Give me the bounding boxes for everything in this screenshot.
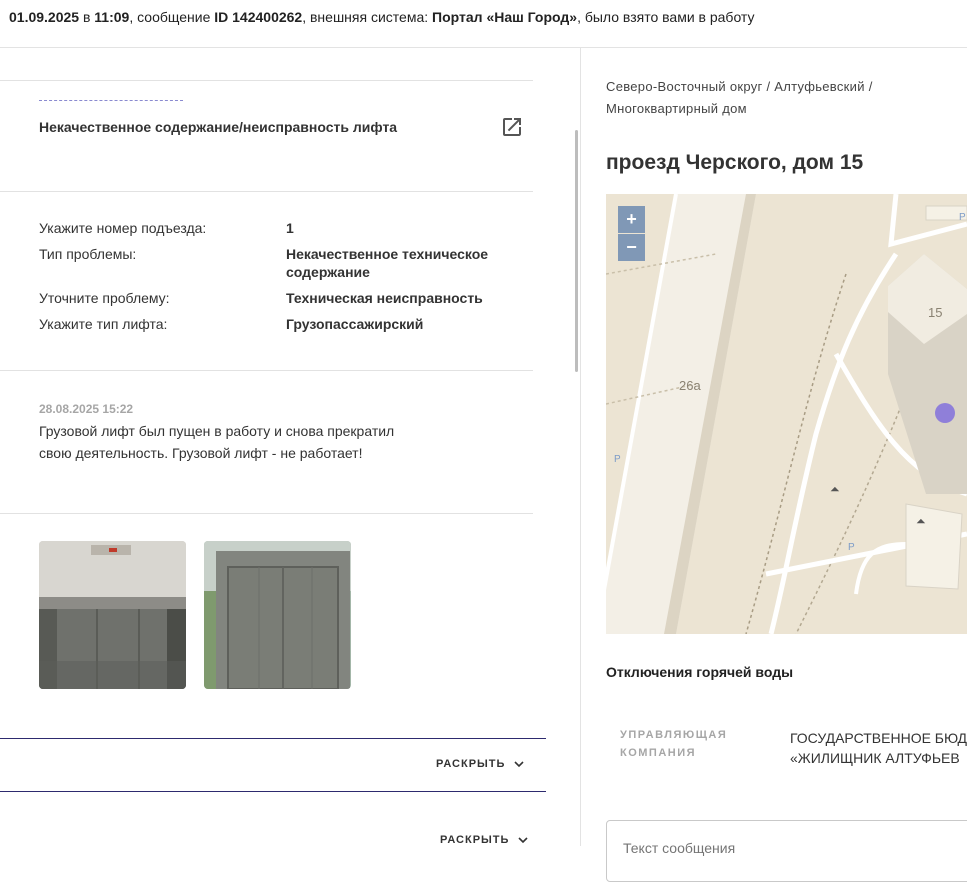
svg-text:P: P [614, 454, 621, 465]
map-label-26a: 26а [679, 378, 701, 393]
status-system-name: Портал «Наш Город» [432, 9, 578, 25]
attribute-key: Уточните проблему: [39, 290, 170, 306]
scrollbar-thumb[interactable] [575, 130, 578, 372]
issue-attributes: Укажите номер подъезда: 1 Тип проблемы: … [39, 219, 519, 341]
svg-text:⏶: ⏶ [916, 514, 926, 528]
svg-text:⏶: ⏶ [830, 482, 840, 496]
status-time: 11:09 [94, 9, 130, 25]
chevron-down-icon [517, 837, 528, 844]
attachment-photo[interactable] [204, 541, 351, 689]
status-bar: 01.09.2025 в 11:09, сообщение ID 1424002… [0, 0, 967, 48]
section-divider [0, 791, 546, 792]
expand-label: РАСКРЫТЬ [440, 834, 510, 846]
divider [0, 191, 533, 192]
attribute-value: Грузопассажирский [286, 316, 424, 332]
attachment-photo[interactable] [39, 541, 186, 689]
issue-category-title: Некачественное содержание/неисправность … [39, 119, 398, 135]
attribute-row: Укажите тип лифта: Грузопассажирский [39, 315, 519, 333]
expand-button[interactable]: РАСКРЫТЬ [436, 758, 524, 770]
map[interactable]: P P P ⏶ ⏶ + − 26а 15 [606, 194, 967, 634]
comment-date: 28.08.2025 15:22 [39, 402, 134, 416]
management-company-line: ГОСУДАРСТВЕННОЕ БЮДЖ [790, 730, 967, 746]
attribute-key: Укажите тип лифта: [39, 316, 168, 332]
message-input-box[interactable] [606, 820, 967, 882]
status-message-id: ID 142400262 [214, 9, 303, 25]
message-input[interactable] [621, 839, 955, 857]
open-external-icon[interactable] [500, 115, 524, 139]
attribute-row: Тип проблемы: Некачественное техническое… [39, 245, 519, 281]
hot-water-title: Отключения горячей воды [606, 664, 794, 680]
attribute-key: Тип проблемы: [39, 246, 137, 262]
pane-divider [580, 48, 581, 846]
attribute-row: Укажите номер подъезда: 1 [39, 219, 519, 237]
address-title: проезд Черского, дом 15 [606, 151, 864, 174]
zoom-in-button[interactable]: + [618, 206, 645, 233]
divider [0, 370, 533, 371]
management-company-label: УПРАВЛЯЮЩАЯ КОМПАНИЯ [620, 729, 728, 759]
attribute-value: Некачественное техническое содержание [286, 246, 489, 280]
management-company-line: «ЖИЛИЩНИК АЛТУФЬЕВ [790, 750, 960, 766]
status-message-word: , сообщение [129, 9, 211, 25]
svg-text:P: P [959, 212, 966, 223]
location-breadcrumb: Северо-Восточный округ / Алтуфьевский / … [606, 79, 873, 116]
attribute-row: Уточните проблему: Техническая неисправн… [39, 289, 519, 307]
divider [0, 513, 533, 514]
comment-text: Грузовой лифт был пущен в работу и снова… [39, 423, 395, 461]
map-label-15: 15 [928, 305, 943, 320]
status-in-word: в [82, 9, 91, 25]
expand-label: РАСКРЫТЬ [436, 758, 506, 770]
status-date: 01.09.2025 [9, 9, 80, 25]
attribute-key: Укажите номер подъезда: [39, 220, 207, 236]
attribute-value: Техническая неисправность [286, 290, 483, 306]
expand-button[interactable]: РАСКРЫТЬ [440, 834, 528, 846]
management-company-name: ГОСУДАРСТВЕННОЕ БЮДЖ «ЖИЛИЩНИК АЛТУФЬЕВ [790, 728, 967, 768]
chevron-down-icon [513, 761, 524, 768]
section-divider [0, 738, 546, 739]
status-system-word: , внешняя система: [302, 9, 429, 25]
truncated-link-underline [39, 100, 183, 101]
issue-details-pane: Некачественное содержание/неисправность … [0, 48, 546, 846]
status-taken-text: , было взято вами в работу [577, 9, 755, 25]
map-canvas: P P P ⏶ ⏶ [606, 194, 967, 634]
zoom-out-button[interactable]: − [618, 234, 645, 261]
divider [0, 80, 533, 81]
svg-text:P: P [848, 542, 855, 553]
attribute-value: 1 [286, 220, 294, 236]
